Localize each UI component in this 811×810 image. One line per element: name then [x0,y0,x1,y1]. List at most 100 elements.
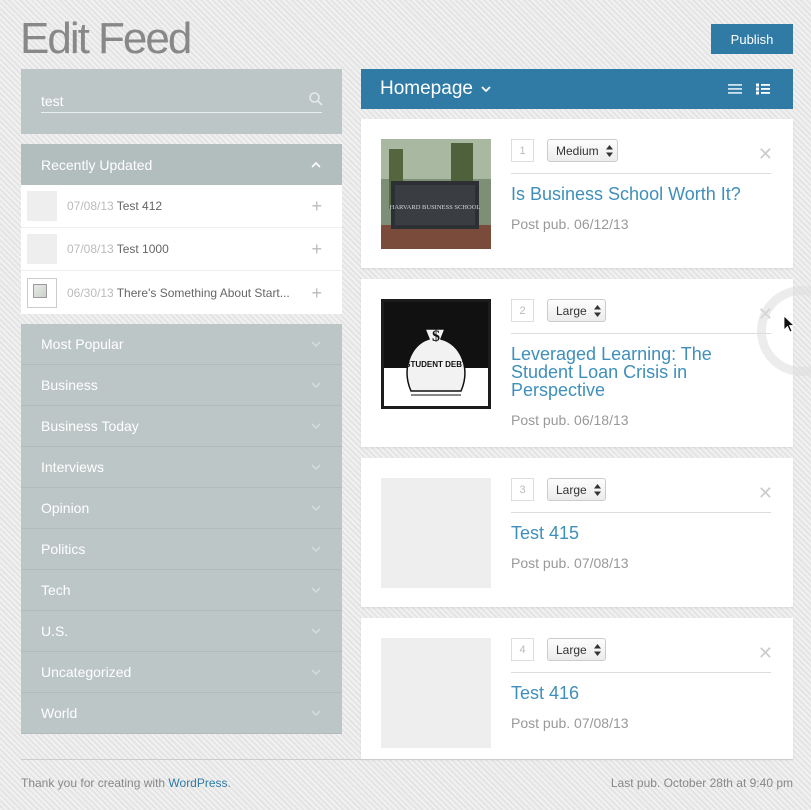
position-number[interactable]: 2 [511,299,534,322]
size-select-value: Medium [556,143,599,158]
list-item[interactable]: 07/08/13 Test 412 + [21,185,342,228]
post-meta: Post pub. 06/12/13 [511,216,629,232]
thumb-caption: HARVARD BUSINESS SCHOOL [390,204,481,211]
thumb-caption: STUDENT DEBT [405,360,467,369]
list-view-icon[interactable] [727,82,743,96]
post-meta: Post pub. 07/08/13 [511,555,629,571]
category-politics[interactable]: Politics [21,529,342,570]
category-label: Business [41,377,98,393]
size-select[interactable]: Large [547,638,606,661]
position-number[interactable]: 4 [511,638,534,661]
updown-arrows-icon [593,305,601,317]
size-select-value: Large [556,482,587,497]
category-opinion[interactable]: Opinion [21,488,342,529]
post-title-link[interactable]: Test 415 [511,524,766,542]
item-date: 06/30/13 [67,285,114,300]
position-number[interactable]: 1 [511,139,534,162]
category-label: Tech [41,582,71,598]
chevron-down-icon [311,587,321,594]
card-controls: 4 Large [511,638,771,673]
post-title-link[interactable]: Leveraged Learning: The Student Loan Cri… [511,345,766,399]
left-sidebar: Recently Updated 07/08/13 Test 412 + 07/… [21,69,342,734]
remove-icon[interactable]: ✕ [758,644,773,662]
mouse-cursor-icon [784,316,795,333]
chevron-down-icon [311,382,321,389]
feed-title: Homepage [380,78,473,99]
size-select[interactable]: Large [547,299,606,322]
card-controls: 2 Large [511,299,771,334]
size-select-value: Large [556,303,587,318]
chevron-down-icon [311,464,321,471]
feed-card[interactable]: 3 Large ✕ Test 415 Post pub. 07/08/13 [361,458,793,607]
remove-icon[interactable]: ✕ [758,484,773,502]
search-input[interactable] [41,89,322,113]
category-list: Most Popular Business Business Today Int… [21,324,342,734]
post-title-link[interactable]: Test 416 [511,684,766,702]
post-title-link[interactable]: Is Business School Worth It? [511,185,766,203]
category-label: Business Today [41,418,139,434]
last-published: Last pub. October 28th at 9:40 pm [610,776,793,790]
category-us[interactable]: U.S. [21,611,342,652]
updown-arrows-icon [593,484,601,496]
position-number[interactable]: 3 [511,478,534,501]
chevron-down-icon [311,710,321,717]
page-title: Edit Feed [20,14,192,63]
category-label: Politics [41,541,86,557]
detail-list-icon[interactable] [755,82,771,96]
chevron-down-icon [311,505,321,512]
category-tech[interactable]: Tech [21,570,342,611]
add-icon[interactable]: + [311,196,322,216]
broken-image-icon [27,277,57,308]
chevron-down-icon [311,423,321,430]
wordpress-link[interactable]: WordPress [168,776,227,790]
post-thumbnail: $ STUDENT DEBT [381,299,491,409]
chevron-down-icon [311,628,321,635]
view-toggle [727,82,771,96]
dollar-sign: $ [432,328,440,345]
item-title: Test 1000 [116,242,169,256]
category-label: World [41,705,78,721]
footer-thanks: Thank you for creating with [21,776,169,790]
search-icon[interactable] [308,91,324,107]
add-icon[interactable]: + [311,239,322,259]
post-meta: Post pub. 06/18/13 [511,412,629,428]
category-business-today[interactable]: Business Today [21,406,342,447]
feed-card[interactable]: 4 Large ✕ Test 416 Post pub. 07/08/13 [361,618,793,759]
category-world[interactable]: World [21,693,342,734]
post-thumbnail [381,638,491,748]
feed-card[interactable]: HARVARD BUSINESS SCHOOL 1 Medium ✕ Is Bu… [361,119,793,268]
add-icon[interactable]: + [311,283,322,303]
category-label: Opinion [41,500,90,516]
category-interviews[interactable]: Interviews [21,447,342,488]
size-select-value: Large [556,642,587,657]
list-item[interactable]: 06/30/13 There's Something About Start..… [21,271,342,314]
footer-divider [21,759,793,760]
size-select[interactable]: Large [547,478,606,501]
updown-arrows-icon [593,644,601,656]
post-thumbnail: HARVARD BUSINESS SCHOOL [381,139,491,249]
recently-updated-header[interactable]: Recently Updated [21,144,342,185]
feed-card[interactable]: $ STUDENT DEBT 2 Large ✕ Leveraged Learn… [361,279,793,447]
recent-list: 07/08/13 Test 412 + 07/08/13 Test 1000 +… [21,185,342,314]
chevron-up-icon [311,161,321,168]
card-controls: 1 Medium [511,139,771,174]
footer-credit: Thank you for creating with WordPress. [21,776,231,790]
remove-icon[interactable]: ✕ [758,145,773,163]
chevron-down-icon [311,546,321,553]
publish-button[interactable]: Publish [711,24,793,54]
item-date: 07/08/13 [67,242,114,256]
category-label: Interviews [41,459,105,475]
category-uncategorized[interactable]: Uncategorized [21,652,342,693]
item-thumbnail [27,191,57,221]
category-label: U.S. [41,623,69,639]
list-item[interactable]: 07/08/13 Test 1000 + [21,228,342,271]
category-business[interactable]: Business [21,365,342,406]
chevron-down-icon [311,669,321,676]
card-controls: 3 Large [511,478,771,513]
size-select[interactable]: Medium [547,139,618,162]
feed-selector[interactable]: Homepage [361,69,793,109]
search-panel [21,69,342,134]
item-title: Test 412 [116,199,163,213]
item-title: There's Something About Start... [116,285,290,300]
category-most-popular[interactable]: Most Popular [21,324,342,365]
